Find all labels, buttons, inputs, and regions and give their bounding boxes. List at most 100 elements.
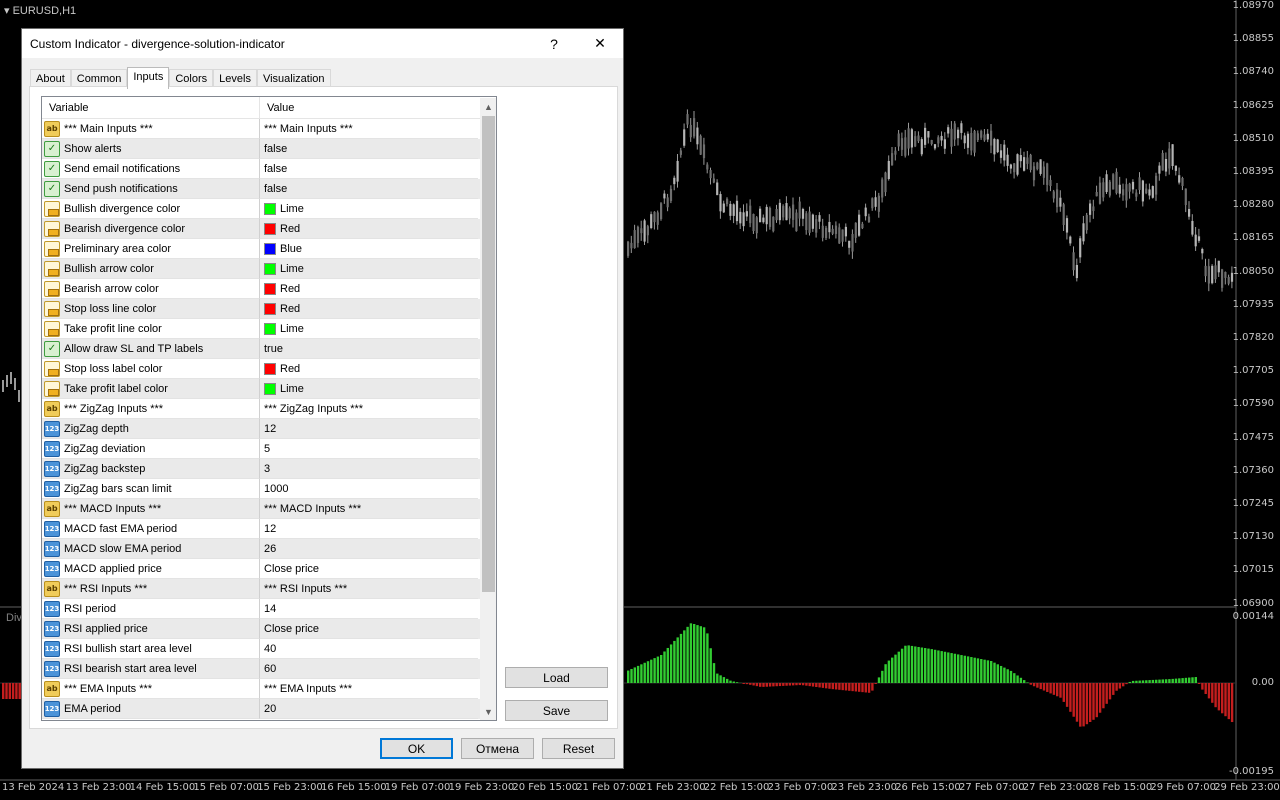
row-value-cell[interactable]: Lime (260, 199, 478, 219)
row-value-cell[interactable]: *** Main Inputs *** (260, 119, 478, 139)
row-value-cell[interactable]: 20 (260, 699, 478, 719)
row-variable-cell: Stop loss label color (42, 359, 260, 379)
row-value-cell[interactable]: *** MACD Inputs *** (260, 499, 478, 519)
row-value-cell[interactable]: true (260, 339, 478, 359)
table-row[interactable]: 123 RSI bearish start area level 60 (42, 659, 496, 679)
table-row[interactable]: 123 MACD applied price Close price (42, 559, 496, 579)
column-header-value[interactable]: Value (260, 97, 478, 119)
histogram-bar (805, 683, 808, 686)
table-row[interactable]: 123 ZigZag backstep 3 (42, 459, 496, 479)
row-value-cell[interactable]: 5 (260, 439, 478, 459)
row-value-cell[interactable]: Red (260, 299, 478, 319)
tab-inputs[interactable]: Inputs (127, 67, 170, 89)
table-row[interactable]: 123 EMA period 20 (42, 699, 496, 719)
row-value-cell[interactable]: 3 (260, 459, 478, 479)
histogram-bar (821, 683, 825, 688)
cancel-button[interactable]: Отмена (461, 738, 534, 759)
table-row[interactable]: Bearish divergence color Red (42, 219, 496, 239)
table-row[interactable]: ab *** MACD Inputs *** *** MACD Inputs *** (42, 499, 496, 519)
date-tick-label: 15 Feb 07:00 (193, 782, 259, 793)
table-row[interactable]: Bearish arrow color Red (42, 279, 496, 299)
row-value-cell[interactable]: 26 (260, 539, 478, 559)
row-value-cell[interactable]: 60 (260, 659, 478, 679)
table-row[interactable]: Stop loss line color Red (42, 299, 496, 319)
row-value-cell[interactable]: false (260, 159, 478, 179)
grid-scrollbar[interactable]: ▲ ▼ (480, 98, 496, 720)
histogram-bar (742, 683, 745, 684)
row-value-cell[interactable]: 12 (260, 419, 478, 439)
histogram-bar (1214, 683, 1217, 708)
table-row[interactable]: Take profit line color Lime (42, 319, 496, 339)
table-row[interactable]: ✓ Allow draw SL and TP labels true (42, 339, 496, 359)
table-row[interactable]: ab *** EMA Inputs *** *** EMA Inputs *** (42, 679, 496, 699)
row-value-cell[interactable]: 14 (260, 599, 478, 619)
row-value-cell[interactable]: Blue (260, 239, 478, 259)
table-row[interactable]: ab *** RSI Inputs *** *** RSI Inputs *** (42, 579, 496, 599)
table-row[interactable]: Bullish divergence color Lime (42, 199, 496, 219)
row-value-cell[interactable]: 1000 (260, 479, 478, 499)
table-row[interactable]: Preliminary area color Blue (42, 239, 496, 259)
row-value-cell[interactable]: *** RSI Inputs *** (260, 579, 478, 599)
table-row[interactable]: 123 ZigZag depth 12 (42, 419, 496, 439)
candle-body (627, 241, 630, 256)
row-value-cell[interactable]: false (260, 139, 478, 159)
row-value-cell[interactable]: Red (260, 279, 478, 299)
table-row[interactable]: 123 MACD fast EMA period 12 (42, 519, 496, 539)
table-row[interactable]: ab *** Main Inputs *** *** Main Inputs *** (42, 119, 496, 139)
histogram-bar (996, 664, 999, 683)
table-row[interactable]: 123 RSI bullish start area level 40 (42, 639, 496, 659)
histogram-bar (650, 659, 653, 683)
row-variable-cell: 123 ZigZag backstep (42, 459, 260, 479)
reset-button[interactable]: Reset (542, 738, 615, 759)
save-button[interactable]: Save (505, 700, 608, 721)
table-row[interactable]: ✓ Send email notifications false (42, 159, 496, 179)
table-row[interactable]: ✓ Send push notifications false (42, 179, 496, 199)
ok-button[interactable]: OK (380, 738, 453, 759)
row-value-cell[interactable]: *** ZigZag Inputs *** (260, 399, 478, 419)
row-value-cell[interactable]: false (260, 179, 478, 199)
histogram-bar (1023, 680, 1026, 683)
row-value-cell[interactable]: Red (260, 359, 478, 379)
scroll-thumb[interactable] (482, 116, 495, 592)
candle-body (673, 177, 676, 185)
scroll-down-arrow-icon[interactable]: ▼ (480, 703, 496, 720)
table-row[interactable]: 123 ZigZag bars scan limit 1000 (42, 479, 496, 499)
candle-body (877, 195, 880, 212)
row-value: Red (280, 362, 301, 375)
row-value-cell[interactable]: 40 (260, 639, 478, 659)
table-row[interactable]: 123 ZigZag deviation 5 (42, 439, 496, 459)
histogram-bar (877, 677, 881, 683)
row-value-cell[interactable]: Red (260, 219, 478, 239)
row-value-cell[interactable]: 12 (260, 519, 478, 539)
row-value-cell[interactable]: Close price (260, 559, 478, 579)
histogram-bar (907, 645, 910, 683)
candle-body (854, 222, 857, 238)
table-row[interactable]: Stop loss label color Red (42, 359, 496, 379)
row-value-cell[interactable]: Lime (260, 379, 478, 399)
histogram-bar (663, 651, 666, 683)
table-row[interactable]: ab *** ZigZag Inputs *** *** ZigZag Inputs… (42, 399, 496, 419)
histogram-bar (976, 658, 980, 683)
row-variable: Bearish divergence color (64, 222, 186, 235)
load-button[interactable]: Load (505, 667, 608, 688)
histogram-bar (2, 683, 5, 699)
histogram-bar (894, 654, 897, 683)
table-row[interactable]: 123 MACD slow EMA period 26 (42, 539, 496, 559)
row-value-cell[interactable]: Lime (260, 319, 478, 339)
table-row[interactable]: Take profit label color Lime (42, 379, 496, 399)
candle-body (801, 208, 805, 219)
candle-body (719, 194, 722, 212)
row-variable-cell: ✓ Send email notifications (42, 159, 260, 179)
help-button[interactable]: ? (531, 29, 577, 58)
row-value-cell[interactable]: Close price (260, 619, 478, 639)
table-row[interactable]: Bullish arrow color Lime (42, 259, 496, 279)
scroll-up-arrow-icon[interactable]: ▲ (480, 98, 496, 115)
close-button[interactable]: ✕ (577, 29, 623, 58)
table-row[interactable]: ✓ Show alerts false (42, 139, 496, 159)
column-header-variable[interactable]: Variable (42, 97, 260, 119)
table-row[interactable]: 123 RSI applied price Close price (42, 619, 496, 639)
table-row[interactable]: 123 RSI period 14 (42, 599, 496, 619)
row-value-cell[interactable]: Lime (260, 259, 478, 279)
histogram-bar (930, 649, 933, 683)
row-value-cell[interactable]: *** EMA Inputs *** (260, 679, 478, 699)
